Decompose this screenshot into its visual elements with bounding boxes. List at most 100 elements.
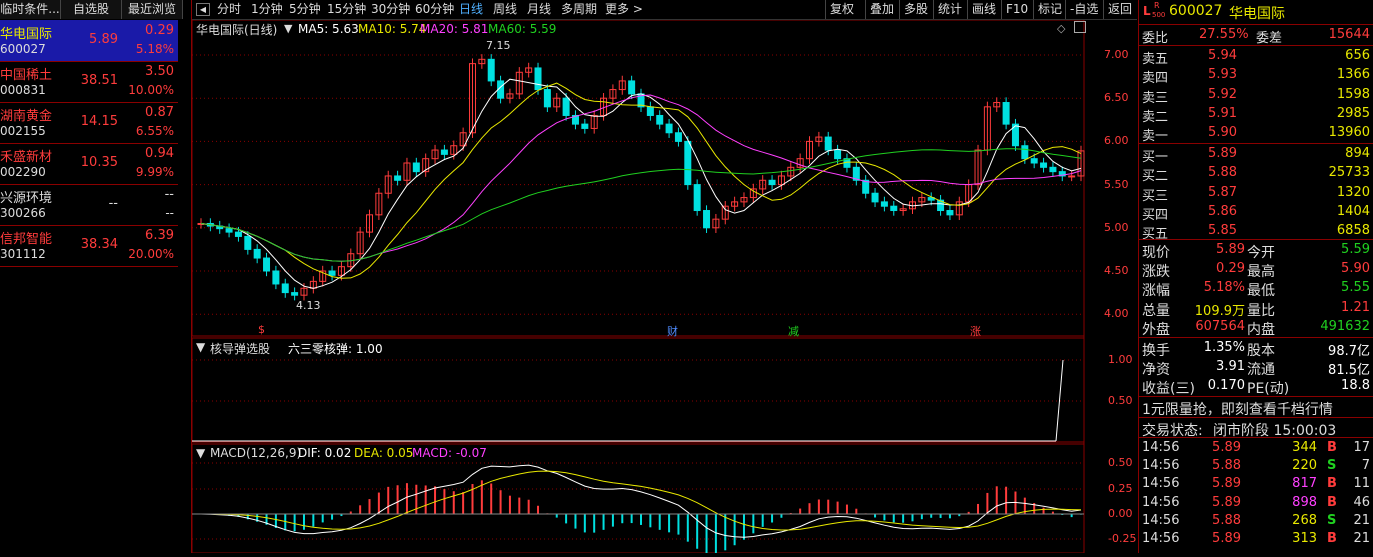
maximize-icon[interactable] (1074, 21, 1086, 33)
stat-value: 98.7亿 (1328, 344, 1370, 359)
ma-settings-icon[interactable]: ▼ (284, 22, 292, 35)
tick-volume: 344 (1292, 440, 1317, 455)
stat-value: 1.35% (1203, 340, 1245, 355)
tick-volume: 898 (1292, 494, 1317, 510)
macd-tick: 0.00 (1108, 507, 1133, 520)
candle (543, 89, 551, 108)
ma20-line (200, 94, 1082, 262)
stock-price: 5.89 (89, 32, 118, 47)
toolbar-button[interactable]: 叠加 (865, 0, 898, 19)
tab-recent[interactable]: 最近浏览 (122, 0, 183, 19)
bids-volume: 1404 (1336, 203, 1370, 219)
asks-price[interactable]: 5.91 (1199, 106, 1237, 121)
indicator-tick: 1.00 (1108, 353, 1133, 366)
bids-volume: 6858 (1336, 223, 1370, 239)
promo-link[interactable]: 1元限量抢，即刻查看千档行情 (1142, 399, 1333, 419)
tick-volume: 817 (1292, 476, 1317, 492)
period-tab[interactable]: 60分钟 (415, 0, 454, 19)
stat-row: 换手 1.35% 股本 98.7亿 (1139, 339, 1373, 359)
candle (1040, 162, 1048, 168)
promo-row[interactable]: 1元限量抢，即刻查看千档行情 (1139, 398, 1373, 419)
indicator-tick: 0.50 (1108, 394, 1133, 407)
macd-tick: 0.25 (1108, 482, 1133, 495)
tab-my-stocks[interactable]: 自选股 (61, 0, 122, 19)
asks-volume: 1366 (1336, 67, 1370, 83)
asks-row: 卖三 5.92 1598 (1139, 86, 1373, 106)
event-marker[interactable]: 涨 (970, 323, 981, 339)
asks-price[interactable]: 5.93 (1199, 67, 1237, 82)
stat-value: 81.5亿 (1328, 363, 1370, 378)
asks-price[interactable]: 5.94 (1199, 48, 1237, 63)
watchlist-row[interactable]: 禾盛新材 002290 10.35 0.94 9.99% (0, 143, 178, 185)
event-marker[interactable]: 减 (788, 323, 799, 339)
collapse-icon[interactable]: ◀ (196, 3, 210, 16)
asks-price[interactable]: 5.90 (1199, 125, 1237, 140)
macd-title[interactable]: MACD(12,26,9) (210, 446, 301, 460)
indicator-title[interactable]: 核导弹选股 (210, 340, 270, 357)
toolbar-button[interactable]: F10 (1001, 0, 1032, 19)
macd-tick: -0.25 (1108, 532, 1137, 545)
candle (291, 292, 299, 296)
period-tab[interactable]: 多周期 (561, 0, 597, 19)
period-tab[interactable]: 30分钟 (371, 0, 410, 19)
watchlist-row[interactable]: 兴源环境 300266 -- -- -- (0, 184, 178, 226)
period-tab[interactable]: 日线 (459, 0, 483, 19)
period-tab[interactable]: 15分钟 (327, 0, 366, 19)
stock-change: 6.39 (145, 228, 174, 243)
tab-temp-conditions[interactable]: 临时条件... (0, 0, 61, 19)
ratio-label: 委比 (1142, 31, 1169, 46)
toolbar-button[interactable]: 复权 (825, 0, 858, 19)
stock-change: 0.94 (145, 146, 174, 161)
toolbar-button[interactable]: 画线 (967, 0, 1000, 19)
bids-price[interactable]: 5.89 (1199, 146, 1237, 161)
period-tab[interactable]: 分时 (217, 0, 241, 19)
tick-side: B (1327, 476, 1337, 492)
rank-tag-500: 500 (1152, 11, 1166, 19)
ratio-value: 27.55% (1199, 27, 1249, 42)
asks-volume: 1598 (1336, 86, 1370, 102)
tick-side: B (1327, 494, 1337, 510)
toolbar-button[interactable]: -自选 (1065, 0, 1102, 19)
asks-label: 卖五 (1142, 52, 1169, 67)
bids-price[interactable]: 5.88 (1199, 165, 1237, 180)
period-tab[interactable]: 1分钟 (251, 0, 283, 19)
stock-name: 兴源环境 (0, 191, 53, 206)
toolbar-button[interactable]: 返回 (1103, 0, 1136, 19)
chart-area[interactable]: 华电国际(日线) ▼ MA5: 5.63 MA10: 5.74 MA20: 5.81… (191, 19, 1137, 555)
stock-pct: 10.00% (128, 83, 174, 97)
macd-settings-icon[interactable]: ▼ (196, 446, 205, 460)
toolbar-button[interactable]: 多股 (899, 0, 932, 19)
price-tick: 6.00 (1104, 134, 1129, 148)
main-panel-border (191, 19, 1085, 337)
watchlist-row[interactable]: 华电国际 600027 5.89 0.29 5.18% (0, 20, 178, 62)
indicator-settings-icon[interactable]: ▼ (196, 340, 205, 354)
diamond-icon[interactable]: ◇ (1057, 22, 1065, 35)
chart-canvas[interactable] (191, 19, 1137, 555)
asks-price[interactable]: 5.92 (1199, 87, 1237, 102)
event-marker[interactable]: $ (258, 323, 265, 336)
watchlist-row[interactable]: 湖南黄金 002155 14.15 0.87 6.55% (0, 102, 178, 144)
candle (562, 97, 570, 116)
bids-price[interactable]: 5.87 (1199, 185, 1237, 200)
period-tab[interactable]: 更多 > (605, 0, 643, 19)
macd-tick: 0.50 (1108, 456, 1133, 469)
price-tick: 7.00 (1104, 48, 1129, 61)
watchlist-row[interactable]: 信邦智能 301112 38.34 6.39 20.00% (0, 225, 178, 267)
toolbar-button[interactable]: 统计 (933, 0, 966, 19)
bids-price[interactable]: 5.85 (1199, 223, 1237, 238)
candle (890, 205, 898, 212)
bids-price[interactable]: 5.86 (1199, 204, 1237, 219)
candle (693, 184, 701, 212)
stat-value: 0.170 (1207, 378, 1245, 393)
watchlist-row[interactable]: 中国稀土 000831 38.51 3.50 10.00% (0, 61, 178, 103)
tick-volume: 313 (1292, 531, 1317, 546)
event-marker[interactable]: 财 (667, 323, 678, 339)
candle (1002, 102, 1010, 125)
stock-pct: 20.00% (128, 247, 174, 261)
period-tab[interactable]: 5分钟 (289, 0, 321, 19)
period-tab[interactable]: 周线 (493, 0, 517, 19)
period-tab[interactable]: 月线 (527, 0, 551, 19)
rank-tag-r: R (1154, 1, 1160, 10)
high-price-label: 7.15 (486, 39, 511, 52)
toolbar-button[interactable]: 标记 (1033, 0, 1066, 19)
